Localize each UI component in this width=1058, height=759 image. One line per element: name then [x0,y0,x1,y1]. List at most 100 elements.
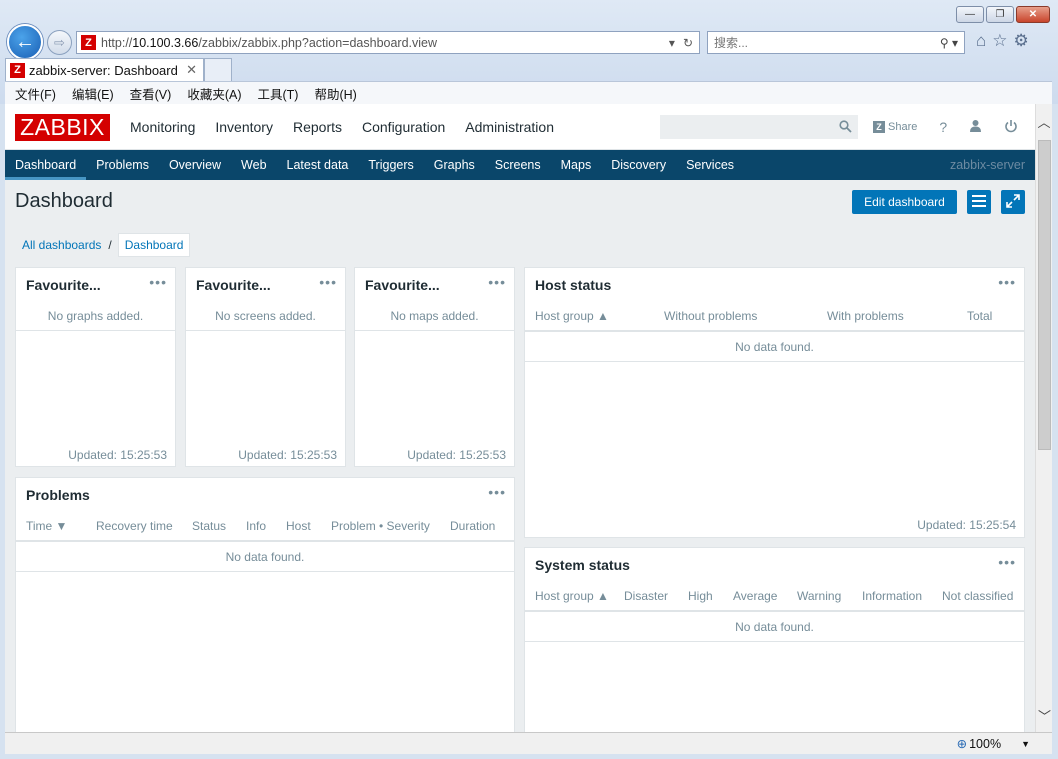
submenu-screens[interactable]: Screens [485,150,551,180]
browser-toolbar-icons: ⌂ ☆ ⚙ [976,31,1029,51]
col-info: Info [246,519,267,533]
url-host: 10.100.3.66 [132,35,199,50]
submenu-graphs[interactable]: Graphs [424,150,485,180]
submenu-overview[interactable]: Overview [159,150,231,180]
col-total: Total [967,309,993,323]
empty-message: No graphs added. [47,309,144,323]
new-tab-button[interactable] [204,58,232,81]
forward-button[interactable]: ⇨ [47,30,72,55]
edit-dashboard-button[interactable]: Edit dashboard [852,190,957,214]
widget-favourite-maps: Favourite... ••• No maps added. Updated:… [354,267,515,467]
divider [525,610,1024,612]
minimize-button[interactable]: — [956,6,984,23]
submenu-problems[interactable]: Problems [86,150,159,180]
breadcrumb-current[interactable]: Dashboard [117,233,191,257]
sign-out-power-icon[interactable] [1004,119,1018,136]
submenu-triggers[interactable]: Triggers [358,150,423,180]
back-button[interactable]: ← [7,24,43,60]
col-recovery-time: Recovery time [96,519,173,533]
widget-menu-icon[interactable]: ••• [998,554,1016,570]
widget-menu-icon[interactable]: ••• [488,484,506,500]
header-tools: Z Share ? [873,104,1018,150]
address-tools: ▾ ↻ [669,36,693,50]
widget-menu-icon[interactable]: ••• [488,274,506,290]
table-header: Host group ▲ Disaster High Average Warni… [535,589,1013,603]
user-profile-icon[interactable] [969,119,982,135]
help-icon[interactable]: ? [939,119,947,135]
scroll-thumb[interactable] [1038,140,1051,450]
empty-message: No maps added. [390,309,479,323]
share-link[interactable]: Z Share [873,121,917,133]
zoom-dropdown-icon[interactable]: ▼ [1021,739,1030,749]
search-icon[interactable]: ⚲ ▾ [940,36,958,50]
favorites-star-icon[interactable]: ☆ [992,31,1007,51]
widget-menu-icon[interactable]: ••• [149,274,167,290]
divider [16,540,514,542]
breadcrumb-all-dashboards[interactable]: All dashboards [15,238,108,252]
zabbix-search-input[interactable] [660,115,858,139]
menu-help[interactable]: 帮助(H) [314,84,356,103]
refresh-icon[interactable]: ↻ [683,36,693,50]
menu-tools[interactable]: 工具(T) [257,84,298,103]
col-time[interactable]: Time ▼ [26,519,96,533]
vertical-scrollbar[interactable]: ︿ ﹀ [1035,104,1052,732]
scroll-down-icon[interactable]: ﹀ [1036,698,1053,732]
no-data-message: No data found. [225,550,305,564]
scroll-up-icon[interactable]: ︿ [1036,104,1052,138]
submenu-maps[interactable]: Maps [551,150,602,180]
dropdown-icon[interactable]: ▾ [669,36,675,50]
browser-search[interactable]: ⚲ ▾ [707,31,965,54]
submenu-services[interactable]: Services [676,150,744,180]
col-information: Information [862,589,923,603]
updated-time: Updated: 15:25:53 [68,448,167,462]
submenu-dashboard[interactable]: Dashboard [5,150,87,180]
col-disaster: Disaster [624,589,669,603]
menu-favorites[interactable]: 收藏夹(A) [187,84,241,103]
zoom-level[interactable]: 100% [969,737,1001,751]
close-window-button[interactable]: ✕ [1016,6,1050,23]
zoom-magnifier-icon: ⊕ [956,737,968,751]
page-viewport: ZABBIX Monitoring Inventory Reports Conf… [5,104,1035,732]
browser-chrome: — ❐ ✕ ← ⇨ Z http://10.100.3.66/zabbix/za… [0,0,1058,104]
col-host-group[interactable]: Host group ▲ [535,589,624,603]
menu-monitoring[interactable]: Monitoring [130,119,195,135]
settings-gear-icon[interactable]: ⚙ [1014,31,1029,51]
menu-view[interactable]: 查看(V) [130,84,172,103]
menu-edit[interactable]: 编辑(E) [72,84,114,103]
widget-menu-icon[interactable]: ••• [319,274,337,290]
col-host-group[interactable]: Host group ▲ [535,309,664,323]
col-average: Average [733,589,778,603]
browser-tab-active[interactable]: Z zabbix-server: Dashboard ✕ [5,58,204,81]
search-icon[interactable] [839,120,852,136]
divider [16,330,175,331]
widget-title: Favourite... [196,277,271,293]
submenu-web[interactable]: Web [231,150,276,180]
updated-time: Updated: 15:25:53 [407,448,506,462]
url-prefix: http:// [101,35,133,50]
submenu-discovery[interactable]: Discovery [601,150,676,180]
browser-search-input[interactable] [714,35,940,50]
fullscreen-button[interactable] [1001,190,1025,214]
menu-file[interactable]: 文件(F) [15,84,56,103]
menu-inventory[interactable]: Inventory [215,119,273,135]
widget-title: Favourite... [26,277,101,293]
submenu-latest-data[interactable]: Latest data [277,150,359,180]
dashboard-actions-button[interactable] [967,190,991,214]
widget-title: Problems [26,487,90,503]
zabbix-logo[interactable]: ZABBIX [15,114,110,141]
close-tab-icon[interactable]: ✕ [186,62,197,78]
menu-configuration[interactable]: Configuration [362,119,445,135]
menu-administration[interactable]: Administration [465,119,554,135]
address-bar[interactable]: Z http://10.100.3.66/zabbix/zabbix.php?a… [76,31,700,54]
divider [355,330,514,331]
menu-reports[interactable]: Reports [293,119,342,135]
table-header: Time ▼ Recovery time Status Info Host Pr… [26,519,495,533]
home-icon[interactable]: ⌂ [976,31,986,51]
widget-menu-icon[interactable]: ••• [998,274,1016,290]
window-controls: — ❐ ✕ [956,6,1050,23]
empty-message: No screens added. [215,309,316,323]
divider [186,330,345,331]
url-text[interactable]: http://10.100.3.66/zabbix/zabbix.php?act… [101,36,669,50]
zabbix-favicon-icon: Z [81,35,96,50]
maximize-button[interactable]: ❐ [986,6,1014,23]
